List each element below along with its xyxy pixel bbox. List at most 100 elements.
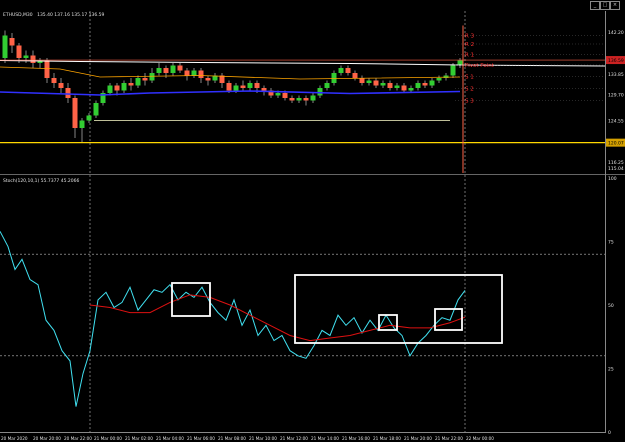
pivot-label: R 3 bbox=[465, 34, 475, 40]
stoch-scale-label: 50 bbox=[608, 303, 614, 309]
price-scale-label: 116.25 bbox=[608, 160, 624, 166]
symbol-title: ETHUSD,M30 bbox=[3, 12, 33, 18]
candle-body bbox=[9, 38, 15, 46]
candle-body bbox=[380, 83, 386, 86]
candle-body bbox=[107, 85, 113, 93]
candle-body bbox=[156, 68, 162, 73]
candle-body bbox=[121, 83, 127, 91]
candle-body bbox=[191, 70, 197, 76]
price-scale-label: 129.70 bbox=[608, 93, 624, 99]
candle-body bbox=[443, 75, 449, 78]
candle-body bbox=[149, 73, 155, 81]
time-axis-label: 21 Mar 14:00 bbox=[311, 436, 339, 441]
candle-body bbox=[261, 88, 267, 91]
price-scale-label: 120.07 bbox=[608, 141, 624, 147]
ohlc-header: ETHUSD,M30 135.40 137.16 135.17 136.59 bbox=[3, 12, 104, 18]
ohlc-values: 135.40 137.16 135.17 136.59 bbox=[37, 12, 104, 18]
stoch-scale-label: 0 bbox=[608, 430, 611, 436]
candle-body bbox=[436, 78, 442, 81]
pivot-label: R 1 bbox=[465, 53, 474, 59]
window-button-close[interactable]: × bbox=[610, 1, 620, 10]
candle-body bbox=[65, 88, 71, 98]
time-axis-label: 21 Mar 00:00 bbox=[94, 436, 122, 441]
candle-body bbox=[422, 83, 428, 86]
stoch-scale-label: 75 bbox=[608, 240, 614, 246]
window-button-minimize[interactable]: _ bbox=[590, 1, 600, 10]
candle-body bbox=[450, 65, 456, 76]
candle-body bbox=[177, 65, 183, 71]
time-axis-label: 21 Mar 12:00 bbox=[280, 436, 308, 441]
candle-body bbox=[58, 83, 64, 88]
candle-body bbox=[142, 78, 148, 81]
stoch-indicator-label: Stoch(120,10,1) 55.7377 45.2066 bbox=[3, 178, 79, 184]
stochastic-panel[interactable] bbox=[0, 176, 605, 432]
candle-body bbox=[170, 65, 176, 73]
pivot-label: S 1 bbox=[465, 75, 474, 81]
candle-body bbox=[184, 70, 190, 76]
candle-body bbox=[16, 45, 22, 58]
candle-body bbox=[324, 83, 330, 88]
price-scale-label: 142.20 bbox=[608, 30, 624, 36]
candle-body bbox=[135, 78, 141, 86]
candle-body bbox=[394, 85, 400, 88]
candle-body bbox=[359, 78, 365, 83]
pivot-label: R 2 bbox=[465, 42, 474, 48]
candle-body bbox=[72, 98, 78, 128]
candle-body bbox=[198, 70, 204, 78]
candle-body bbox=[296, 98, 302, 101]
time-axis-label: 21 Mar 06:00 bbox=[187, 436, 215, 441]
price-scale-label: 136.59 bbox=[608, 58, 624, 64]
time-axis-label: 22 Mar 00:00 bbox=[466, 436, 494, 441]
candle-body bbox=[317, 88, 323, 96]
candle-body bbox=[44, 60, 50, 78]
candle-body bbox=[282, 93, 288, 98]
candle-body bbox=[345, 68, 351, 73]
candle bbox=[93, 100, 99, 118]
candle-body bbox=[401, 85, 407, 91]
candle-body bbox=[23, 55, 29, 58]
pivot-label: Pivot Point bbox=[465, 63, 495, 69]
candle-body bbox=[429, 80, 435, 86]
candle-body bbox=[275, 93, 281, 96]
time-axis-label: 21 Mar 10:00 bbox=[249, 436, 277, 441]
stoch-scale-label: 100 bbox=[608, 176, 617, 182]
candle-body bbox=[373, 80, 379, 86]
candle-body bbox=[338, 68, 344, 73]
candle-body bbox=[233, 85, 239, 91]
candle-body bbox=[254, 83, 260, 88]
time-axis-label: 21 Mar 04:00 bbox=[156, 436, 184, 441]
time-axis-label: 21 Mar 22:00 bbox=[435, 436, 463, 441]
stoch-scale-label: 25 bbox=[608, 367, 614, 373]
candle-body bbox=[310, 95, 316, 101]
price-scale-label: 124.55 bbox=[608, 118, 624, 124]
price-scale-label: 133.85 bbox=[608, 72, 624, 78]
candle-body bbox=[30, 55, 36, 63]
candle-body bbox=[366, 80, 372, 83]
time-axis-label: 20 Mar 20:00 bbox=[33, 436, 61, 441]
pivot-label: S 2 bbox=[465, 87, 474, 93]
candle-body bbox=[51, 78, 57, 83]
candle-body bbox=[408, 88, 414, 91]
candle-body bbox=[226, 83, 232, 91]
candle-body bbox=[93, 103, 99, 116]
candle-body bbox=[352, 73, 358, 78]
candle-body bbox=[415, 83, 421, 88]
candle-body bbox=[205, 78, 211, 81]
time-axis-label: 21 Mar 16:00 bbox=[342, 436, 370, 441]
time-axis-label: 21 Mar 18:00 bbox=[373, 436, 401, 441]
time-axis-label: 21 Mar 08:00 bbox=[218, 436, 246, 441]
candle-body bbox=[289, 98, 295, 101]
candle-body bbox=[2, 35, 8, 58]
window-button-maximize[interactable]: □ bbox=[600, 1, 610, 10]
candle-body bbox=[163, 68, 169, 73]
candle-body bbox=[128, 83, 134, 86]
trading-chart-window: R 3 R 2 R 1 Pivot Point S 1 S 2 S 3 142.20 136.… bbox=[0, 0, 625, 442]
time-axis-label: 21 Mar 20:00 bbox=[404, 436, 432, 441]
candle-body bbox=[247, 83, 253, 88]
candle-body bbox=[79, 120, 85, 128]
candle-body bbox=[86, 115, 92, 121]
candle-body bbox=[387, 83, 393, 88]
chart-canvas[interactable]: R 3 R 2 R 1 Pivot Point S 1 S 2 S 3 142.20 136.… bbox=[0, 0, 625, 442]
time-axis-label: 21 Mar 02:00 bbox=[125, 436, 153, 441]
price-scale-label: 115.04 bbox=[608, 166, 624, 172]
